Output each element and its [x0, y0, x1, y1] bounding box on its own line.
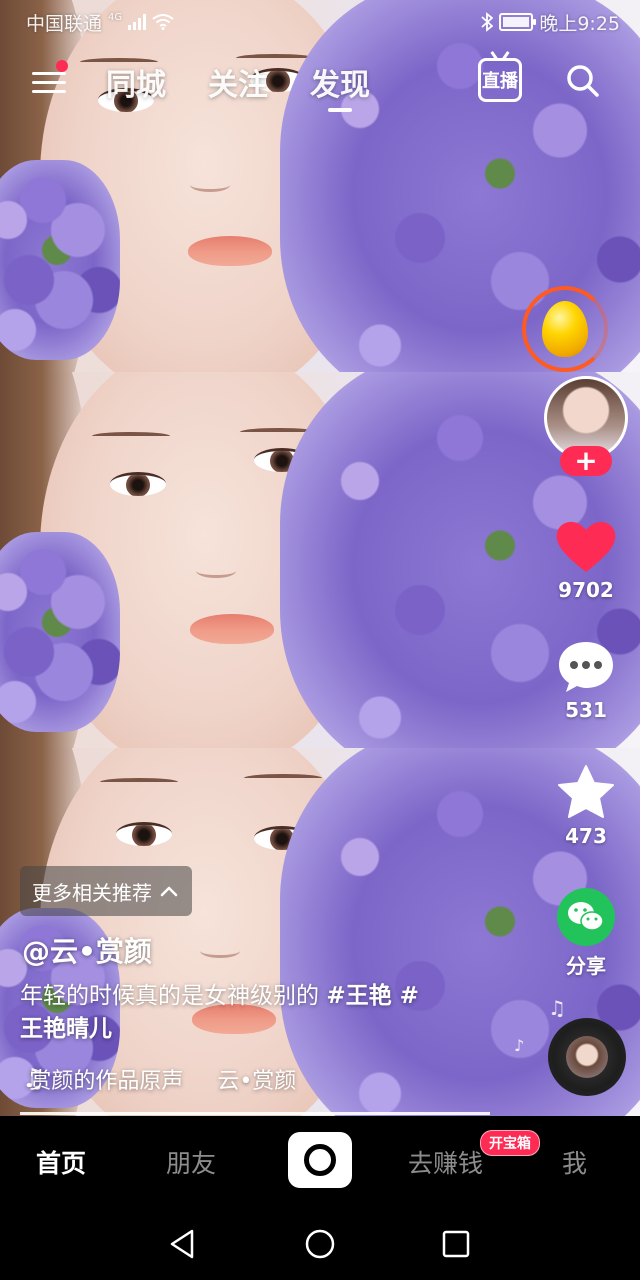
tab-home[interactable]: 首页 — [36, 1144, 86, 1180]
tab-following[interactable]: 关注 — [208, 60, 268, 112]
disc-cover — [566, 1036, 608, 1078]
star-icon — [558, 765, 614, 818]
floating-note-icon: ♫ — [548, 996, 566, 1020]
comment-icon — [559, 642, 613, 692]
caption-text: 年轻的时候真的是女神级别的 — [20, 983, 327, 1009]
related-label: 更多相关推荐 — [32, 880, 152, 905]
floating-note-icon-small: ♪ — [514, 1036, 525, 1055]
home-icon[interactable] — [302, 1226, 338, 1262]
battery-icon — [499, 13, 537, 31]
wifi-icon — [152, 14, 174, 30]
tab-earn[interactable]: 去赚钱 — [408, 1144, 483, 1180]
treasure-box-badge[interactable]: 开宝箱 — [480, 1130, 540, 1156]
hashtag-link-2[interactable]: 王艳晴儿 — [20, 1016, 112, 1042]
tab-friends[interactable]: 朋友 — [166, 1144, 216, 1180]
network-type: 4G — [108, 11, 123, 23]
top-tabs: 同城 关注 发现 — [106, 60, 370, 112]
top-nav: 同城 关注 发现 直播 — [0, 52, 640, 116]
share-label: 分享 — [566, 954, 606, 978]
music-info[interactable]: ♫ 赏颜的作品原声 云•赏颜 — [22, 1062, 352, 1096]
clock: 晚上9:25 — [539, 12, 620, 35]
system-nav-bar — [0, 1208, 640, 1280]
carrier-label: 中国联通 — [26, 12, 103, 35]
live-icon[interactable]: 直播 — [478, 58, 522, 102]
favorite-count: 473 — [565, 824, 607, 848]
signal-icon — [128, 14, 147, 30]
favorite-button[interactable]: 473 — [548, 764, 624, 848]
comment-button[interactable]: 531 — [548, 640, 624, 722]
bottom-tab-bar: 首页 朋友 去赚钱 开宝箱 我 — [0, 1116, 640, 1208]
music-title: 赏颜的作品原声 — [29, 1069, 184, 1094]
back-icon[interactable] — [164, 1226, 200, 1262]
playback-progress — [20, 1112, 490, 1115]
follow-button[interactable]: + — [560, 446, 612, 476]
tab-nearby[interactable]: 同城 — [106, 60, 166, 112]
video-frame-2 — [0, 372, 640, 748]
notification-dot — [56, 60, 68, 72]
comment-count: 531 — [565, 698, 607, 722]
camera-ring-icon — [304, 1144, 336, 1176]
music-author: 云•赏颜 — [217, 1069, 297, 1094]
music-disc-icon[interactable] — [548, 1018, 626, 1096]
tab-discover[interactable]: 发现 — [310, 60, 370, 112]
tab-me[interactable]: 我 — [562, 1144, 587, 1180]
recents-icon[interactable] — [438, 1226, 474, 1262]
heart-icon — [556, 521, 616, 572]
like-button[interactable]: 9702 — [548, 518, 624, 602]
music-marquee: 赏颜的作品原声 云•赏颜 — [29, 1063, 296, 1095]
bluetooth-icon — [481, 12, 494, 32]
hashtag-link[interactable]: #王艳 # — [326, 983, 419, 1009]
related-recommendations-button[interactable]: 更多相关推荐 — [20, 866, 192, 916]
status-bar: 中国联通 4G 晚上9:25 — [0, 0, 640, 44]
chevron-up-icon — [160, 886, 178, 897]
like-count: 9702 — [558, 578, 614, 602]
share-button[interactable]: 分享 — [548, 888, 624, 979]
video-caption: 年轻的时候真的是女神级别的 #王艳 # 王艳晴儿 — [20, 980, 480, 1046]
wechat-icon — [557, 888, 615, 946]
author-username[interactable]: @云•赏颜 — [22, 930, 152, 970]
search-icon[interactable] — [566, 64, 600, 98]
coin-timer[interactable] — [522, 286, 608, 372]
create-button[interactable] — [288, 1132, 352, 1188]
golden-egg-icon — [542, 301, 588, 357]
